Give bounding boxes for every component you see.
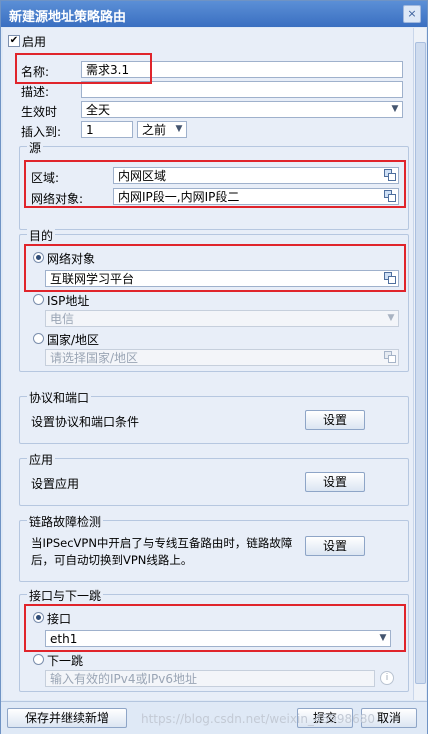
highlight-box-destination xyxy=(24,244,406,292)
protocol-settings-button[interactable]: 设置 xyxy=(305,410,365,430)
chevron-down-icon: ▼ xyxy=(391,104,399,114)
time-select-value: 全天 xyxy=(86,103,111,117)
dest-country-option-label: 国家/地区 xyxy=(47,333,100,347)
time-select[interactable]: 全天 ▼ xyxy=(81,101,403,118)
highlight-box-source xyxy=(24,160,406,208)
chevron-down-icon: ▼ xyxy=(175,124,183,134)
destination-legend: 目的 xyxy=(27,227,56,244)
vertical-scrollbar[interactable] xyxy=(413,28,426,700)
highlight-box-name xyxy=(15,53,152,84)
desc-label: 描述: xyxy=(21,85,50,99)
insert-order-select[interactable]: 之前 ▼ xyxy=(137,121,187,138)
enable-label: 启用 xyxy=(22,35,47,49)
close-icon[interactable]: × xyxy=(403,5,421,23)
protocol-legend: 协议和端口 xyxy=(27,389,92,406)
effective-time-label: 生效时 xyxy=(21,105,58,119)
dest-country-input[interactable]: 请选择国家/地区 xyxy=(45,349,399,366)
picker-icon[interactable] xyxy=(384,351,396,363)
info-icon[interactable]: i xyxy=(380,671,394,685)
nexthop-input[interactable]: 输入有效的IPv4或IPv6地址 xyxy=(45,670,375,687)
title-bar: 新建源地址策略路由 × xyxy=(1,1,427,27)
link-detect-desc-line2: 后，可自动切换到VPN线路上。 xyxy=(31,553,193,567)
link-detect-settings-button[interactable]: 设置 xyxy=(305,536,365,556)
dialog-window: 新建源地址策略路由 × ✔ 启用 名称: 需求3.1 描述: 生效时 全天 ▼ … xyxy=(0,0,428,734)
application-desc: 设置应用 xyxy=(31,477,80,491)
dest-isp-option-label: ISP地址 xyxy=(47,294,90,308)
source-legend: 源 xyxy=(27,139,44,156)
protocol-desc: 设置协议和端口条件 xyxy=(31,415,140,429)
dest-country-radio[interactable] xyxy=(33,333,44,344)
dialog-body: ✔ 启用 名称: 需求3.1 描述: 生效时 全天 ▼ 插入到: 1 之前 ▼ … xyxy=(3,28,413,700)
dest-isp-radio[interactable] xyxy=(33,294,44,305)
dest-isp-select[interactable]: 电信 ▼ xyxy=(45,310,399,327)
nexthop-legend: 接口与下一跳 xyxy=(27,587,104,604)
insert-label: 插入到: xyxy=(21,125,62,139)
highlight-box-interface xyxy=(24,604,406,652)
chevron-down-icon: ▼ xyxy=(387,313,395,323)
link-detect-legend: 链路故障检测 xyxy=(27,513,104,530)
nexthop-option-label: 下一跳 xyxy=(47,654,84,668)
scrollbar-thumb[interactable] xyxy=(415,42,426,684)
dest-country-placeholder: 请选择国家/地区 xyxy=(50,351,139,365)
watermark: https://blog.csdn.net/weixin_45998680 xyxy=(141,712,376,726)
insert-position-input[interactable]: 1 xyxy=(81,121,133,138)
save-and-continue-button[interactable]: 保存并继续新增 xyxy=(7,708,127,728)
application-settings-button[interactable]: 设置 xyxy=(305,472,365,492)
application-legend: 应用 xyxy=(27,451,56,468)
nexthop-placeholder: 输入有效的IPv4或IPv6地址 xyxy=(50,672,198,686)
link-detect-desc-line1: 当IPSecVPN中开启了与专线互备路由时，链路故障 xyxy=(31,536,293,550)
insert-order-value: 之前 xyxy=(142,123,167,137)
dest-isp-value: 电信 xyxy=(50,312,75,326)
nexthop-radio[interactable] xyxy=(33,654,44,665)
dialog-title: 新建源地址策略路由 xyxy=(9,10,127,25)
enable-checkbox[interactable]: ✔ xyxy=(8,35,20,47)
